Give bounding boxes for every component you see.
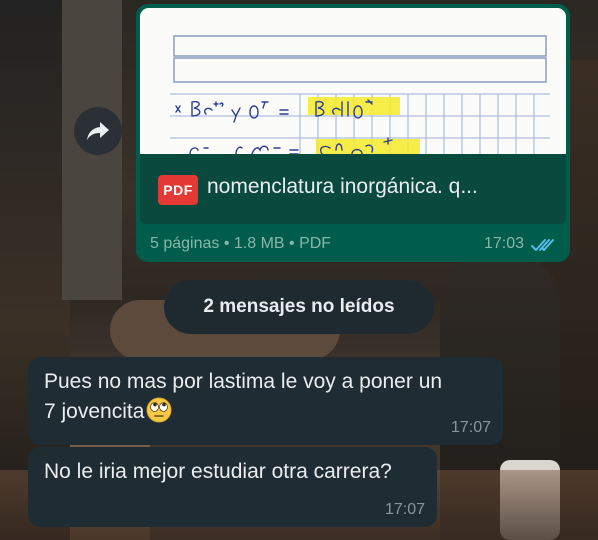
message-timestamp: 17:03 (483, 235, 524, 252)
unread-messages-banner: 2 mensajes no leídos (164, 280, 434, 334)
document-meta-info: 5 páginas • 1.8 MB • PDF (150, 235, 332, 252)
message-text-line: 7 jovencita (44, 400, 145, 423)
outgoing-document-message[interactable]: PDF nomenclatura inorgánica. q... 5 pági… (136, 4, 570, 262)
face-with-rolling-eyes-icon (146, 397, 172, 423)
message-text: Pues no mas por lastima le voy a poner u… (44, 367, 442, 427)
incoming-message-bubble[interactable]: Pues no mas por lastima le voy a poner u… (28, 357, 503, 445)
pdf-file-icon: PDF (158, 175, 198, 205)
document-preview-thumbnail[interactable] (140, 8, 566, 154)
double-check-read-icon (531, 239, 554, 251)
document-page-image (140, 8, 566, 154)
message-timestamp: 17:07 (450, 419, 491, 436)
forward-button[interactable] (74, 107, 122, 155)
document-file-name[interactable]: nomenclatura inorgánica. q... (207, 175, 557, 199)
message-text-line: Pues no mas por lastima le voy a poner u… (44, 370, 443, 393)
incoming-message-bubble[interactable]: No le iria mejor estudiar otra carrera? … (28, 447, 437, 527)
forward-icon (87, 122, 109, 140)
message-text: No le iria mejor estudiar otra carrera? (44, 460, 392, 483)
message-timestamp: 17:07 (384, 501, 425, 518)
